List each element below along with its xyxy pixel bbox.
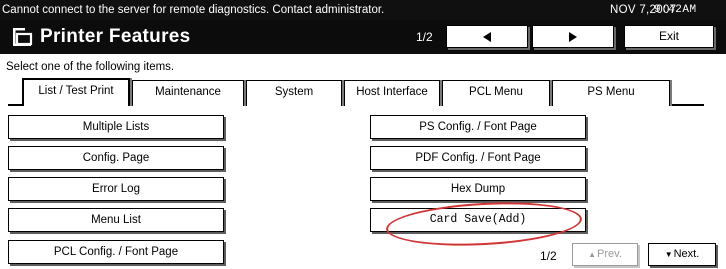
printer-icon xyxy=(10,26,34,48)
exit-button[interactable]: Exit xyxy=(624,25,714,48)
printer-features-screen: Cannot connect to the server for remote … xyxy=(0,0,726,269)
config-page-button[interactable]: Config. Page xyxy=(8,146,224,170)
page-title: Printer Features xyxy=(40,26,191,47)
down-triangle-icon: ▼ xyxy=(664,250,673,259)
prev-button[interactable]: ▲Prev. xyxy=(572,243,638,266)
error-log-button[interactable]: Error Log xyxy=(8,177,224,201)
tab-pcl-menu[interactable]: PCL Menu xyxy=(442,80,550,106)
menu-list-button[interactable]: Menu List xyxy=(8,208,224,232)
pdf-config-font-page-button[interactable]: PDF Config. / Font Page xyxy=(370,146,586,170)
forward-button[interactable] xyxy=(532,25,614,48)
right-arrow-icon xyxy=(533,32,613,42)
status-time: 9:42AM xyxy=(654,4,697,16)
status-bar: Cannot connect to the server for remote … xyxy=(0,0,726,20)
next-button[interactable]: ▼Next. xyxy=(648,243,716,266)
multiple-lists-button[interactable]: Multiple Lists xyxy=(8,115,224,139)
title-bar: Printer Features 1/2 Exit xyxy=(0,20,726,54)
hex-dump-button[interactable]: Hex Dump xyxy=(370,177,586,201)
status-message: Cannot connect to the server for remote … xyxy=(2,4,385,16)
pcl-config-font-page-button[interactable]: PCL Config. / Font Page xyxy=(8,240,224,264)
prev-label: Prev. xyxy=(597,248,622,260)
back-button[interactable] xyxy=(446,25,528,48)
up-triangle-icon: ▲ xyxy=(588,250,597,259)
tab-host-interface[interactable]: Host Interface xyxy=(344,80,440,106)
instruction-text: Select one of the following items. xyxy=(6,61,175,73)
tab-system[interactable]: System xyxy=(246,80,342,106)
tab-ps-menu[interactable]: PS Menu xyxy=(552,80,670,106)
page-indicator: 1/2 xyxy=(416,30,433,44)
left-arrow-icon xyxy=(447,32,527,42)
ps-config-font-page-button[interactable]: PS Config. / Font Page xyxy=(370,115,586,139)
tab-list-test-print[interactable]: List / Test Print xyxy=(22,78,130,106)
tab-maintenance[interactable]: Maintenance xyxy=(132,80,244,106)
next-label: Next. xyxy=(673,248,700,260)
card-save-add-button[interactable]: Card Save(Add) xyxy=(370,208,586,232)
tab-bar: List / Test Print Maintenance System Hos… xyxy=(0,78,726,106)
pager-indicator: 1/2 xyxy=(540,249,557,263)
